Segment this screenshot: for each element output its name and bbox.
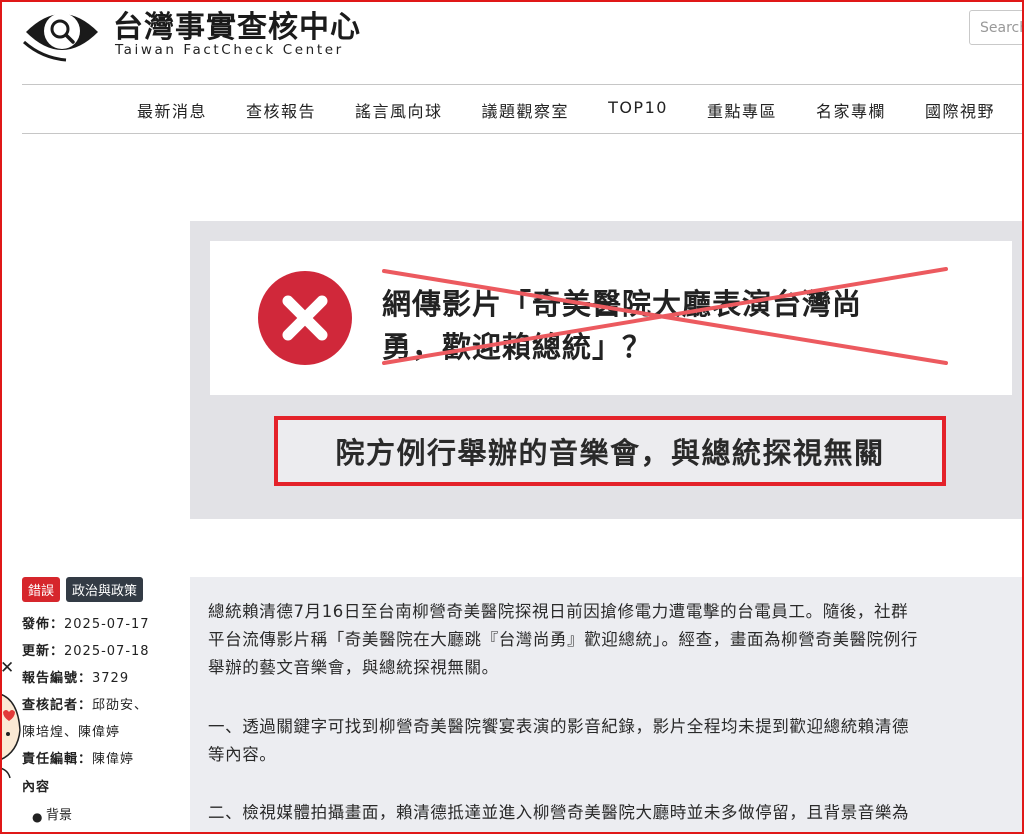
reporters-continued: 陳培煌、陳偉婷 (22, 721, 120, 740)
claim-line-1: 網傳影片「奇美醫院大廳表演台灣尚 (382, 287, 863, 321)
claim-text: 網傳影片「奇美醫院大廳表演台灣尚 勇，歡迎賴總統」？ (382, 283, 942, 369)
nav-item-fact-check-reports[interactable]: 查核報告 (246, 98, 316, 122)
published-label: 發佈： (22, 617, 65, 632)
article-paragraph-2: 一、透過關鍵字可找到柳營奇美醫院饗宴表演的影音紀錄，影片全程均未提到歡迎總統賴清… (208, 713, 1014, 769)
editor-label: 責任編輯： (22, 752, 93, 767)
category-tag[interactable]: 政治與政策 (66, 577, 144, 602)
paragraph-line: 等內容。 (208, 745, 277, 764)
verdict-text: 院方例行舉辦的音樂會，與總統探視無關 (335, 436, 885, 470)
toc-item-background[interactable]: 背景 (46, 804, 72, 823)
updated-date: 更新：2025-07-18 (22, 640, 150, 659)
reporters-value-1: 邱劭安、 (92, 698, 149, 713)
report-number-label: 報告編號： (22, 671, 93, 686)
nav-item-international[interactable]: 國際視野 (925, 98, 995, 122)
published-date: 發佈：2025-07-17 (22, 613, 150, 632)
verdict-box: 院方例行舉辦的音樂會，與總統探視無關 (274, 416, 946, 486)
paragraph-line: 舉辦的藝文音樂會，與總統探視無關。 (208, 658, 499, 677)
claim-card: 網傳影片「奇美醫院大廳表演台灣尚 勇，歡迎賴總統」？ (210, 241, 1012, 395)
nav-item-featured[interactable]: 重點專區 (707, 98, 777, 122)
site-title[interactable]: 台灣事實查核中心 (113, 2, 361, 46)
verdict-tag[interactable]: 錯誤 (22, 577, 61, 602)
paragraph-line: 平台流傳影片稱「奇美醫院在大廳跳『台灣尚勇』歡迎總統」。經查，畫面為柳營奇美醫院… (208, 630, 918, 649)
header-divider-top (22, 84, 1024, 85)
article-paragraph-3: 二、檢視媒體拍攝畫面，賴清德抵達並進入柳營奇美醫院大廳時並未多做停留，且背景音樂… (208, 799, 1014, 827)
article-body: 總統賴清德7月16日至台南柳營奇美醫院探視日前因搶修電力遭電擊的台電員工。隨後，… (190, 577, 1024, 834)
editor: 責任編輯：陳偉婷 (22, 748, 134, 767)
report-number-value: 3729 (92, 671, 130, 686)
paragraph-line: 二、檢視媒體拍攝畫面，賴清德抵達並進入柳營奇美醫院大廳時並未多做停留，且背景音樂… (208, 803, 910, 822)
toc-bullet-icon: ● (32, 810, 43, 824)
nav-item-latest-news[interactable]: 最新消息 (137, 98, 207, 122)
article-paragraph-1: 總統賴清德7月16日至台南柳營奇美醫院探視日前因搶修電力遭電擊的台電員工。隨後，… (208, 598, 1014, 682)
published-value: 2025-07-17 (64, 617, 150, 632)
search-input[interactable] (969, 10, 1024, 45)
main-nav: 最新消息 查核報告 謠言風向球 議題觀察室 TOP10 重點專區 名家專欄 國際… (137, 98, 1024, 122)
contents-label: 內容 (22, 780, 51, 795)
nav-item-issue-observation[interactable]: 議題觀察室 (482, 98, 570, 122)
report-number: 報告編號：3729 (22, 667, 129, 686)
contents-heading: 內容 (22, 776, 50, 795)
close-circle-icon (258, 271, 352, 365)
reporters: 查核記者：邱劭安、 (22, 694, 148, 713)
updated-value: 2025-07-18 (64, 644, 150, 659)
nav-item-columns[interactable]: 名家專欄 (816, 98, 886, 122)
eye-logo-icon[interactable] (22, 2, 102, 62)
updated-label: 更新： (22, 644, 65, 659)
tag-group: 錯誤 政治與政策 (22, 577, 144, 602)
reporters-label: 查核記者： (22, 698, 93, 713)
paragraph-line: 總統賴清德7月16日至台南柳營奇美醫院探視日前因搶修電力遭電擊的台電員工。隨後，… (208, 602, 909, 621)
hero-banner: 網傳影片「奇美醫院大廳表演台灣尚 勇，歡迎賴總統」？ 院方例行舉辦的音樂會，與總… (190, 221, 1024, 519)
reporters-value-2: 陳培煌、陳偉婷 (22, 725, 121, 740)
claim-line-2: 勇，歡迎賴總統」？ (382, 330, 653, 364)
nav-item-rumor-trends[interactable]: 謠言風向球 (355, 98, 443, 122)
site-subtitle: Taiwan FactCheck Center (115, 42, 344, 58)
mascot-widget-icon[interactable] (0, 690, 22, 780)
editor-value: 陳偉婷 (92, 752, 135, 767)
widget-close-icon[interactable]: ✕ (0, 660, 14, 677)
nav-item-top10[interactable]: TOP10 (608, 98, 668, 122)
header-divider-bottom (22, 133, 1024, 134)
paragraph-line: 一、透過關鍵字可找到柳營奇美醫院饗宴表演的影音紀錄，影片全程均未提到歡迎總統賴清… (208, 717, 910, 736)
